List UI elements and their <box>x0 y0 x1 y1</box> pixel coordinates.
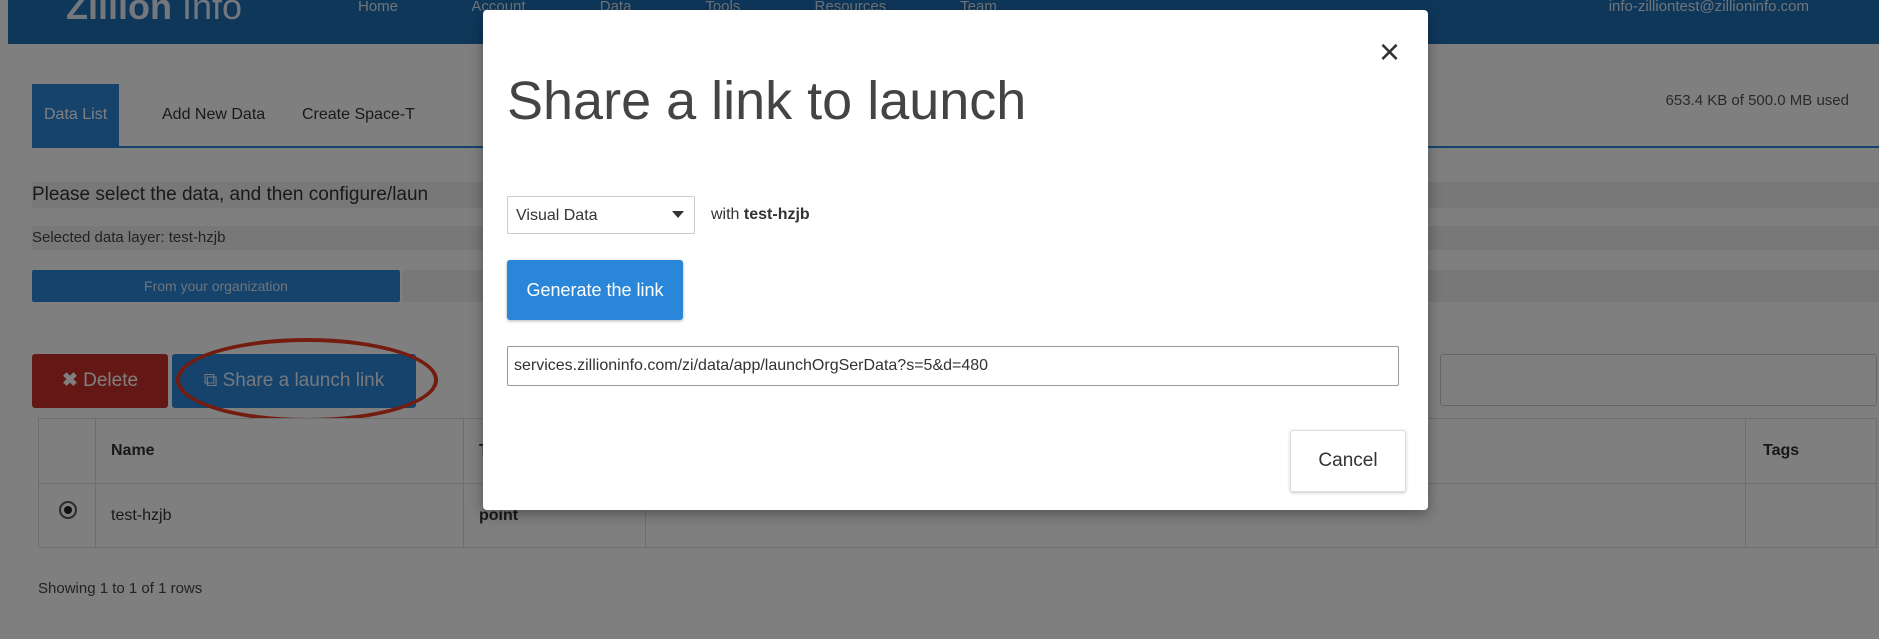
select-value: Visual Data <box>516 207 598 224</box>
chevron-down-icon <box>672 211 684 218</box>
cancel-button[interactable]: Cancel <box>1290 430 1406 492</box>
with-label: with <box>711 206 740 223</box>
share-link-modal: × Share a link to launch Visual Data wit… <box>483 10 1428 510</box>
with-layer-text: with test-hzjb <box>711 206 810 224</box>
generated-link-field[interactable] <box>507 346 1399 386</box>
close-icon[interactable]: × <box>1379 34 1400 70</box>
generate-link-button[interactable]: Generate the link <box>507 260 683 320</box>
launch-type-select[interactable]: Visual Data <box>507 196 695 234</box>
modal-title: Share a link to launch <box>507 71 1027 131</box>
layer-name: test-hzjb <box>743 206 810 223</box>
